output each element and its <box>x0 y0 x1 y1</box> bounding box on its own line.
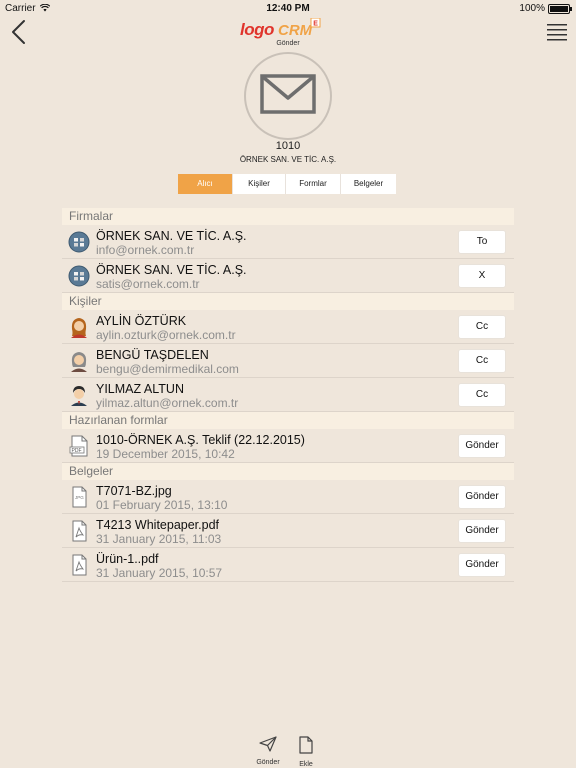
attach-toolbar-button[interactable]: Ekle <box>286 736 326 768</box>
item-subtitle: 19 December 2015, 10:42 <box>96 447 235 461</box>
item-subtitle: 31 January 2015, 11:03 <box>96 532 222 546</box>
cc-button[interactable]: Cc <box>458 315 506 339</box>
list-item: Ürün-1..pdf 31 January 2015, 10:57 Gönde… <box>62 548 514 582</box>
envelope-avatar <box>244 52 332 140</box>
tab-belgeler[interactable]: Belgeler <box>341 174 396 194</box>
list-item: AYLİN ÖZTÜRK aylin.ozturk@ornek.com.tr C… <box>62 310 514 344</box>
hamburger-menu-icon[interactable] <box>546 22 568 42</box>
status-time: 12:40 PM <box>266 3 310 14</box>
send-button[interactable]: Gönder <box>458 553 506 577</box>
list-item: T4213 Whitepaper.pdf 31 January 2015, 11… <box>62 514 514 548</box>
logo-crm-logo: logo CRM E <box>240 18 321 39</box>
tab-alici[interactable]: Alıcı <box>178 174 233 194</box>
page-subtitle: Gönder <box>276 40 300 47</box>
status-bar: Carrier 12:40 PM 100% <box>0 0 576 16</box>
document-icon <box>299 736 313 754</box>
pdf-file-icon <box>72 554 87 576</box>
list-item: ÖRNEK SAN. VE TİC. A.Ş. info@ornek.com.t… <box>62 225 514 259</box>
list-item: PDF 1010-ÖRNEK A.Ş. Teklif (22.12.2015) … <box>62 429 514 463</box>
to-button[interactable]: To <box>458 230 506 254</box>
attach-toolbar-label: Ekle <box>299 761 313 768</box>
section-header-firmalar: Firmalar <box>62 208 514 225</box>
account-code: 1010 <box>275 140 301 152</box>
cc-button[interactable]: Cc <box>458 349 506 373</box>
tab-kisiler[interactable]: Kişiler <box>233 174 286 194</box>
send-toolbar-label: Gönder <box>256 759 280 766</box>
send-button[interactable]: Gönder <box>458 485 506 509</box>
item-subtitle: bengu@demirmedikal.com <box>96 362 239 376</box>
pdf-file-icon: PDF <box>69 435 88 457</box>
remove-button[interactable]: X <box>458 264 506 288</box>
section-header-belgeler: Belgeler <box>62 463 514 480</box>
item-subtitle: 01 February 2015, 13:10 <box>96 498 228 512</box>
tab-formlar[interactable]: Formlar <box>286 174 341 194</box>
female-avatar-gray-icon <box>71 352 87 372</box>
list-item: YILMAZ ALTUN yilmaz.altun@ornek.com.tr C… <box>62 378 514 412</box>
send-button[interactable]: Gönder <box>458 434 506 458</box>
recipient-list: Firmalar ÖRNEK SAN. VE TİC. A.Ş. info@or… <box>62 208 514 582</box>
item-subtitle: 31 January 2015, 10:57 <box>96 566 223 580</box>
pdf-file-icon <box>72 520 87 542</box>
section-header-formlar: Hazırlanan formlar <box>62 412 514 429</box>
send-icon <box>259 736 277 752</box>
list-item: BENGÜ TAŞDELEN bengu@demirmedikal.com Cc <box>62 344 514 378</box>
svg-text:logo: logo <box>240 20 274 39</box>
jpg-file-icon: JPG <box>72 486 87 508</box>
send-toolbar-button[interactable]: Gönder <box>248 736 288 766</box>
cc-button[interactable]: Cc <box>458 383 506 407</box>
item-subtitle: info@ornek.com.tr <box>96 243 195 257</box>
company-globe-icon <box>68 231 90 253</box>
svg-text:JPG: JPG <box>75 495 84 500</box>
item-title: T4213 Whitepaper.pdf <box>96 518 219 532</box>
battery-percent: 100% <box>519 3 545 14</box>
item-title: ÖRNEK SAN. VE TİC. A.Ş. <box>96 229 247 243</box>
item-title: AYLİN ÖZTÜRK <box>96 314 187 328</box>
item-subtitle: aylin.ozturk@ornek.com.tr <box>96 328 236 342</box>
company-name: ÖRNEK SAN. VE TİC. A.Ş. <box>239 155 337 164</box>
recipient-tabs: Alıcı Kişiler Formlar Belgeler <box>178 174 396 194</box>
item-title: BENGÜ TAŞDELEN <box>96 348 209 362</box>
list-item: ÖRNEK SAN. VE TİC. A.Ş. satis@ornek.com.… <box>62 259 514 293</box>
item-title: ÖRNEK SAN. VE TİC. A.Ş. <box>96 263 247 277</box>
svg-text:CRM: CRM <box>278 22 313 39</box>
item-subtitle: yilmaz.altun@ornek.com.tr <box>96 396 239 410</box>
female-avatar-icon <box>71 318 87 338</box>
male-avatar-icon <box>71 386 87 406</box>
envelope-icon <box>260 74 316 114</box>
item-title: T7071-BZ.jpg <box>96 484 172 498</box>
item-subtitle: satis@ornek.com.tr <box>96 277 200 291</box>
item-title: 1010-ÖRNEK A.Ş. Teklif (22.12.2015) <box>96 433 305 447</box>
company-globe-icon <box>68 265 90 287</box>
item-title: YILMAZ ALTUN <box>96 382 184 396</box>
section-header-kisiler: Kişiler <box>62 293 514 310</box>
svg-text:E: E <box>313 21 318 28</box>
battery-indicator: 100% <box>519 3 572 14</box>
item-title: Ürün-1..pdf <box>96 552 159 566</box>
send-button[interactable]: Gönder <box>458 519 506 543</box>
list-item: JPG T7071-BZ.jpg 01 February 2015, 13:10… <box>62 480 514 514</box>
battery-icon <box>548 3 572 14</box>
svg-text:PDF: PDF <box>72 448 82 454</box>
